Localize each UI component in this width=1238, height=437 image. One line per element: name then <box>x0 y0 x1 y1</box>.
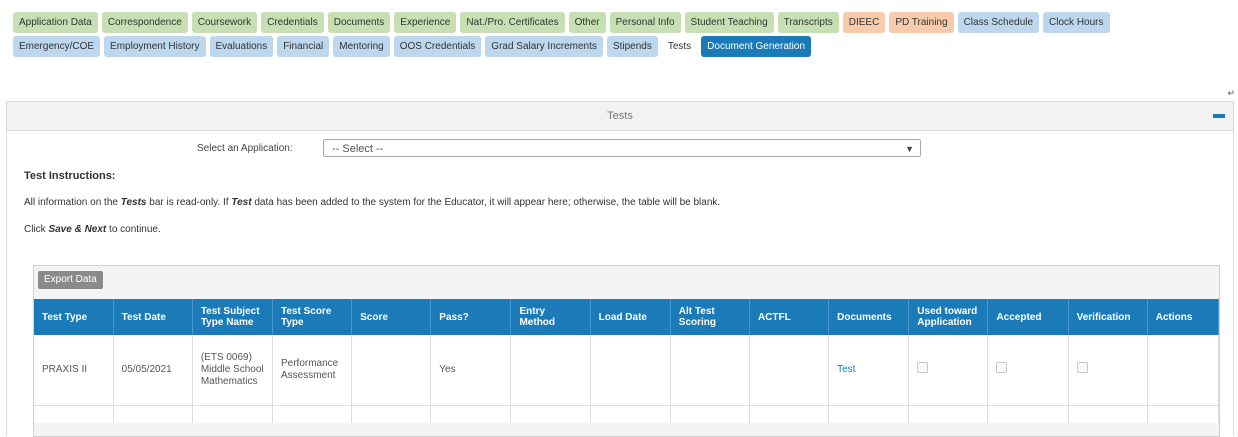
tab-experience[interactable]: Experience <box>394 12 457 33</box>
cell-pass: Yes <box>430 335 512 406</box>
verification-checkbox[interactable] <box>1076 362 1088 374</box>
tab-financial[interactable]: Financial <box>277 36 330 57</box>
column-header-entry-method[interactable]: Entry Method <box>510 299 591 335</box>
cell-actions <box>1147 335 1220 406</box>
column-header-test-date[interactable]: Test Date <box>113 299 193 335</box>
column-header-actions[interactable]: Actions <box>1147 299 1220 335</box>
tab-student-teaching[interactable]: Student Teaching <box>684 12 774 33</box>
tests-panel: Tests Select an Application: -- Select -… <box>6 101 1234 437</box>
column-header-score[interactable]: Score <box>351 299 432 335</box>
tab-nat-pro-certificates[interactable]: Nat./Pro. Certificates <box>460 12 565 33</box>
column-header-verification[interactable]: Verification <box>1068 299 1148 335</box>
cell-alt-scoring <box>670 335 750 406</box>
panel-title: Tests <box>607 110 633 122</box>
column-header-actfl[interactable]: ACTFL <box>749 299 830 335</box>
application-select[interactable]: -- Select -- ▼ <box>323 139 921 157</box>
tests-table: Test Type Test Date Test Subject Type Name… <box>34 299 1220 423</box>
cell-verification <box>1068 335 1148 406</box>
column-header-test-score-type[interactable]: Test Score Type <box>272 299 353 335</box>
tab-row-1: Application Data Correspondence Coursework… <box>13 12 1228 33</box>
cell-entry-method <box>510 335 591 406</box>
column-header-accepted[interactable]: Accepted <box>987 299 1069 335</box>
cell-score-type: Performance Assessment <box>272 335 353 406</box>
tab-documents[interactable]: Documents <box>327 12 391 33</box>
cell-test-date: 05/05/2021 <box>113 335 193 406</box>
column-header-alt-test-scoring[interactable]: Alt Test Scoring <box>670 299 750 335</box>
tab-oos-credentials[interactable]: OOS Credentials <box>393 36 482 57</box>
column-header-test-subject-type-name[interactable]: Test Subject Type Name <box>192 299 273 335</box>
tab-transcripts[interactable]: Transcripts <box>777 12 839 33</box>
column-header-documents[interactable]: Documents <box>828 299 910 335</box>
select-value: -- Select -- <box>332 143 384 155</box>
tab-class-schedule[interactable]: Class Schedule <box>957 12 1040 33</box>
table-header-row: Test Type Test Date Test Subject Type Name… <box>34 299 1220 335</box>
tab-employment-history[interactable]: Employment History <box>104 36 206 57</box>
column-header-pass[interactable]: Pass? <box>430 299 512 335</box>
cell-documents: Test <box>828 335 910 406</box>
application-select-row: Select an Application: -- Select -- ▼ <box>197 139 921 157</box>
documents-link[interactable]: Test <box>837 364 855 375</box>
tab-correspondence[interactable]: Correspondence <box>101 12 188 33</box>
tab-emergency-coe[interactable]: Emergency/COE <box>13 36 101 57</box>
chevron-down-icon: ▼ <box>905 144 914 154</box>
tab-coursework[interactable]: Coursework <box>191 12 258 33</box>
instructions-line-2: Click Save & Next to continue. <box>24 224 161 235</box>
accepted-checkbox[interactable] <box>996 362 1008 374</box>
tab-dieec[interactable]: DIEEC <box>842 12 886 33</box>
tab-bar: Application Data Correspondence Coursework… <box>13 12 1228 70</box>
select-label: Select an Application: <box>197 142 293 154</box>
column-header-test-type[interactable]: Test Type <box>34 299 114 335</box>
column-header-load-date[interactable]: Load Date <box>590 299 671 335</box>
collapse-icon[interactable] <box>1213 114 1225 118</box>
tab-credentials[interactable]: Credentials <box>261 12 324 33</box>
tab-row-2: Emergency/COE Employment History Evaluatio… <box>13 36 1228 57</box>
return-icon: ↵ <box>1227 88 1235 98</box>
export-data-button[interactable]: Export Data <box>38 271 103 289</box>
tests-grid: Export Data Test Type Test Date Test Subje… <box>33 265 1220 437</box>
tab-stipends[interactable]: Stipends <box>606 36 658 57</box>
table-row: PRAXIS II 05/05/2021 (ETS 0069) Middle S… <box>34 335 1220 406</box>
cell-score <box>351 335 432 406</box>
instructions-line-1: All information on the Tests bar is read… <box>24 197 721 208</box>
cell-load-date <box>590 335 671 406</box>
cell-actfl <box>749 335 830 406</box>
cell-used-toward <box>908 335 989 406</box>
tab-personal-info[interactable]: Personal Info <box>609 12 681 33</box>
cell-subject: (ETS 0069) Middle School Mathematics <box>192 335 273 406</box>
tab-grad-salary-increments[interactable]: Grad Salary Increments <box>485 36 603 57</box>
tab-pd-training[interactable]: PD Training <box>889 12 954 33</box>
tab-tests[interactable]: Tests <box>662 36 697 57</box>
cell-test-type: PRAXIS II <box>34 335 114 406</box>
cell-accepted <box>987 335 1069 406</box>
table-empty-row <box>34 405 1220 423</box>
column-header-used-toward-application[interactable]: Used toward Application <box>908 299 989 335</box>
tab-document-generation[interactable]: Document Generation <box>701 36 812 57</box>
tab-other[interactable]: Other <box>568 12 606 33</box>
panel-header: Tests <box>7 102 1233 131</box>
used-toward-checkbox[interactable] <box>917 362 929 374</box>
tab-application-data[interactable]: Application Data <box>13 12 98 33</box>
tab-mentoring[interactable]: Mentoring <box>333 36 390 57</box>
instructions-title: Test Instructions: <box>24 170 116 182</box>
tab-evaluations[interactable]: Evaluations <box>209 36 274 57</box>
tab-clock-hours[interactable]: Clock Hours <box>1043 12 1110 33</box>
